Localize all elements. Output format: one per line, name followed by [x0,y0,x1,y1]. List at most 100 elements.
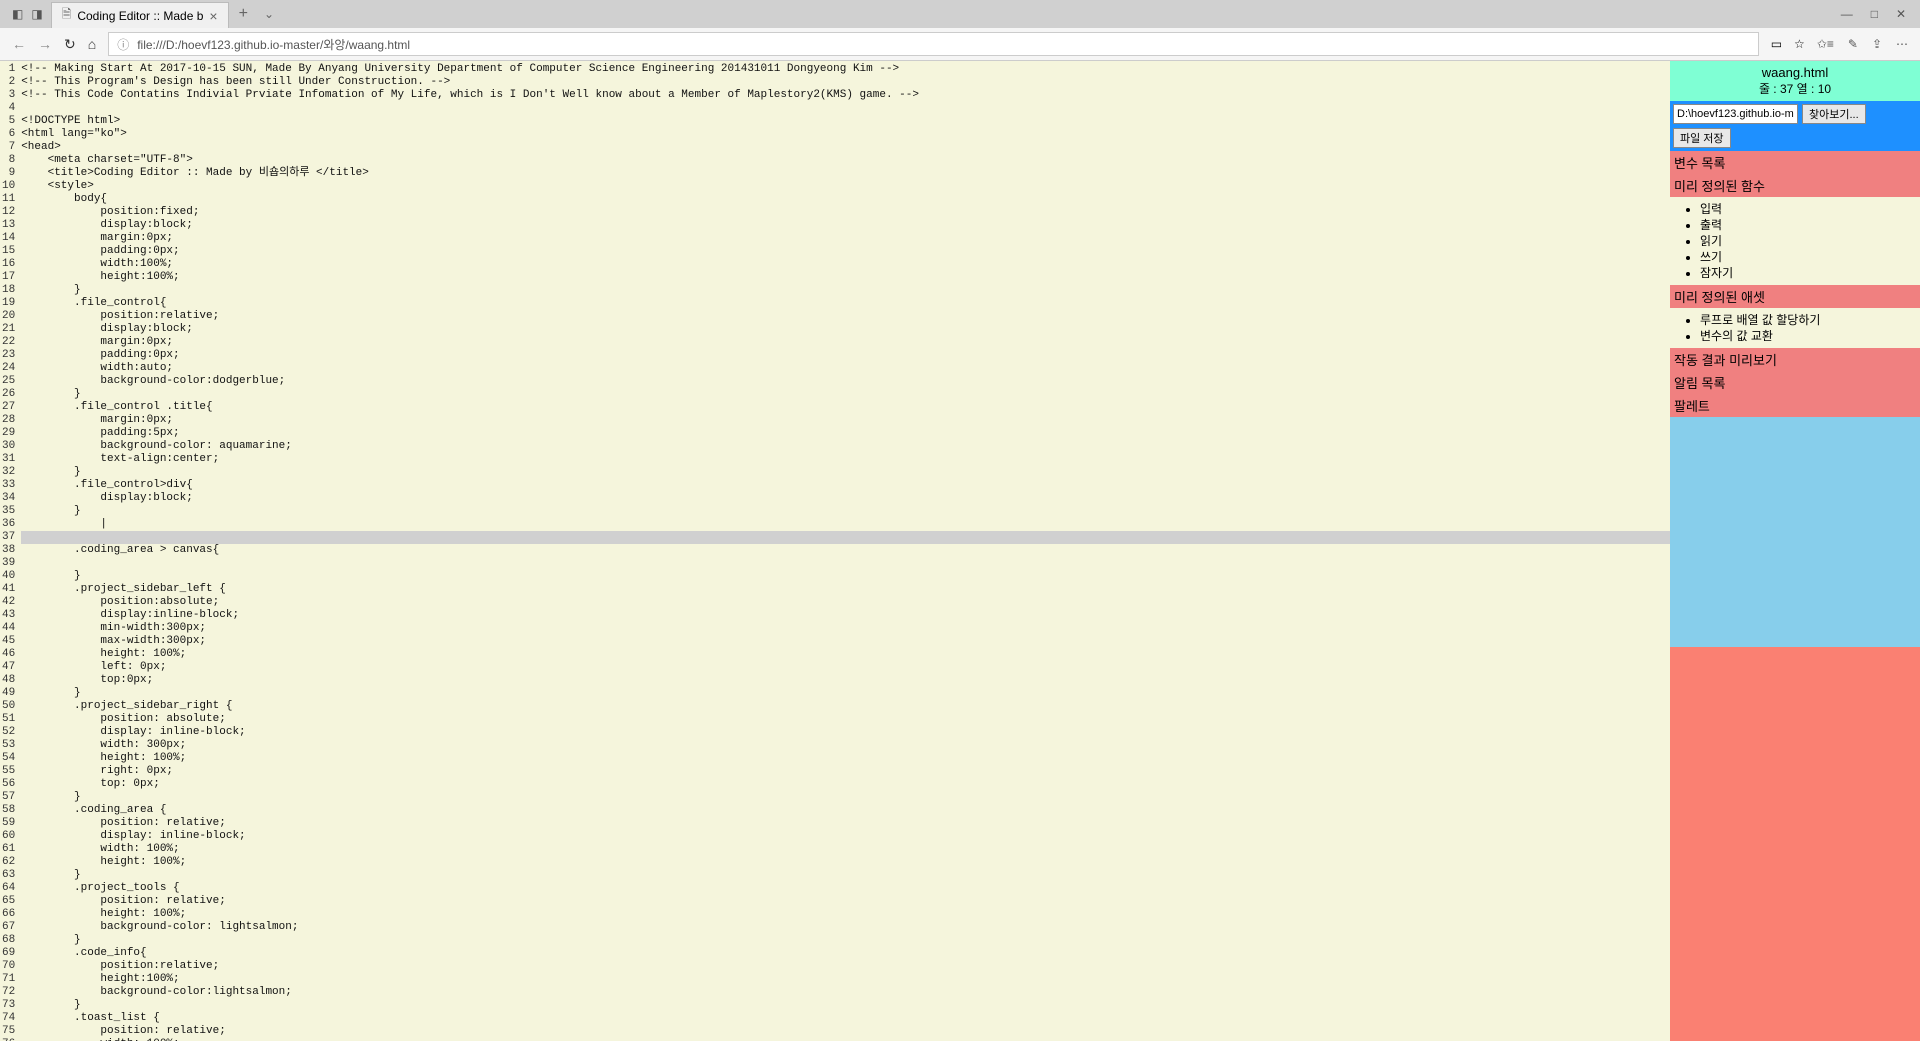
code-line[interactable]: } [21,505,1670,518]
list-item[interactable]: 쓰기 [1700,249,1918,265]
code-line[interactable] [21,557,1670,570]
preview-header[interactable]: 작동 결과 미리보기 [1670,348,1920,371]
code-line[interactable]: position:absolute; [21,596,1670,609]
code-line[interactable]: padding:5px; [21,427,1670,440]
code-line[interactable]: height: 100%; [21,752,1670,765]
list-item[interactable]: 입력 [1700,201,1918,217]
code-line[interactable]: width:auto; [21,362,1670,375]
code-line[interactable]: position: relative; [21,895,1670,908]
code-line[interactable]: } [21,999,1670,1012]
code-line[interactable]: height: 100%; [21,856,1670,869]
code-line[interactable]: height:100%; [21,271,1670,284]
code-line[interactable]: .file_control{ [21,297,1670,310]
code-line[interactable]: <!-- This Code Contatins Indivial Prviat… [21,89,1670,102]
code-line[interactable]: background-color:lightsalmon; [21,986,1670,999]
code-line[interactable]: position: absolute; [21,713,1670,726]
code-line[interactable]: background-color: lightsalmon; [21,921,1670,934]
code-content[interactable]: <!-- Making Start At 2017-10-15 SUN, Mad… [21,61,1670,1041]
code-line[interactable]: <meta charset="UTF-8"> [21,154,1670,167]
tab-close-icon[interactable]: × [209,8,217,24]
code-line[interactable]: margin:0px; [21,336,1670,349]
code-line[interactable]: position: relative; [21,817,1670,830]
code-line[interactable]: display:block; [21,219,1670,232]
code-line[interactable]: <style> [21,180,1670,193]
code-line[interactable]: text-align:center; [21,453,1670,466]
code-line[interactable]: .file_control>div{ [21,479,1670,492]
code-line[interactable]: position: relative; [21,1025,1670,1038]
code-line[interactable]: .project_sidebar_right { [21,700,1670,713]
variable-list-header[interactable]: 변수 목록 [1670,151,1920,174]
code-line[interactable]: display:inline-block; [21,609,1670,622]
sidebar-toggle-icon[interactable]: ◧ [12,7,23,21]
palette-header[interactable]: 팔레트 [1670,394,1920,417]
new-tab-button[interactable]: + [229,5,258,23]
code-line[interactable]: .coding_area > canvas{ [21,544,1670,557]
favorites-bar-icon[interactable]: ✩≡ [1817,37,1834,51]
code-line[interactable]: <title>Coding Editor :: Made by 비숍의하루 </… [21,167,1670,180]
tab-dropdown-icon[interactable]: ⌄ [258,7,280,21]
share-icon[interactable]: ⇪ [1872,37,1882,51]
code-line[interactable]: top: 0px; [21,778,1670,791]
code-line[interactable]: width:100%; [21,258,1670,271]
predefined-assets-header[interactable]: 미리 정의된 애셋 [1670,285,1920,308]
code-line[interactable]: body{ [21,193,1670,206]
code-line[interactable]: <!DOCTYPE html> [21,115,1670,128]
code-line[interactable]: padding:0px; [21,245,1670,258]
code-line[interactable]: <!-- This Program's Design has been stil… [21,76,1670,89]
code-line[interactable]: position:relative; [21,960,1670,973]
code-line[interactable]: display: inline-block; [21,830,1670,843]
forward-button[interactable]: → [38,36,52,52]
window-close-button[interactable]: ✕ [1896,7,1906,21]
code-line[interactable]: background-color: aquamarine; [21,440,1670,453]
code-line[interactable]: .coding_area { [21,804,1670,817]
more-icon[interactable]: ⋯ [1896,37,1908,51]
list-item[interactable]: 출력 [1700,217,1918,233]
code-line[interactable]: display:block; [21,323,1670,336]
code-line[interactable]: .code_info{ [21,947,1670,960]
code-line[interactable]: margin:0px; [21,232,1670,245]
code-line[interactable]: <!-- Making Start At 2017-10-15 SUN, Mad… [21,63,1670,76]
code-line[interactable]: | [21,518,1670,531]
code-line[interactable]: <head> [21,141,1670,154]
code-line[interactable]: .file_control .title{ [21,401,1670,414]
list-item[interactable]: 읽기 [1700,233,1918,249]
list-item[interactable]: 변수의 값 교환 [1700,328,1918,344]
pin-icon[interactable]: ◨ [31,7,42,21]
home-button[interactable]: ⌂ [88,36,96,52]
browse-button[interactable]: 찾아보기... [1802,104,1866,124]
code-line[interactable]: display:block; [21,492,1670,505]
info-icon[interactable]: ⓘ [117,36,129,53]
list-item[interactable]: 루프로 배열 값 할당하기 [1700,312,1918,328]
code-line[interactable]: height: 100%; [21,908,1670,921]
code-line[interactable]: padding:0px; [21,349,1670,362]
window-minimize-button[interactable]: — [1841,7,1853,21]
code-line[interactable] [21,102,1670,115]
code-line[interactable]: position:relative; [21,310,1670,323]
code-editor[interactable]: 1234567891011121314151617181920212223242… [0,61,1670,1041]
code-line[interactable]: } [21,687,1670,700]
file-path-input[interactable] [1673,104,1798,124]
list-item[interactable]: 잠자기 [1700,265,1918,281]
code-line[interactable]: .toast_list { [21,1012,1670,1025]
address-bar[interactable]: ⓘ file:///D:/hoevf123.github.io-master/와… [108,32,1759,56]
code-line[interactable]: width: 100%; [21,843,1670,856]
predefined-functions-header[interactable]: 미리 정의된 함수 [1670,174,1920,197]
reading-view-icon[interactable]: ▭ [1771,37,1782,51]
code-line[interactable]: } [21,388,1670,401]
code-line[interactable]: height:100%; [21,973,1670,986]
code-line[interactable]: .project_sidebar_left { [21,583,1670,596]
code-line[interactable]: margin:0px; [21,414,1670,427]
code-line[interactable]: position:fixed; [21,206,1670,219]
code-line[interactable]: } [21,466,1670,479]
notes-icon[interactable]: ✎ [1848,37,1858,51]
favorite-icon[interactable]: ☆ [1794,37,1805,51]
code-line[interactable]: right: 0px; [21,765,1670,778]
window-maximize-button[interactable]: □ [1871,7,1878,21]
code-line[interactable] [21,531,1670,544]
code-line[interactable]: height: 100%; [21,648,1670,661]
browser-tab[interactable]: 🗎 Coding Editor :: Made b × [51,2,229,28]
code-line[interactable]: top:0px; [21,674,1670,687]
back-button[interactable]: ← [12,36,26,52]
code-line[interactable]: max-width:300px; [21,635,1670,648]
code-line[interactable]: min-width:300px; [21,622,1670,635]
